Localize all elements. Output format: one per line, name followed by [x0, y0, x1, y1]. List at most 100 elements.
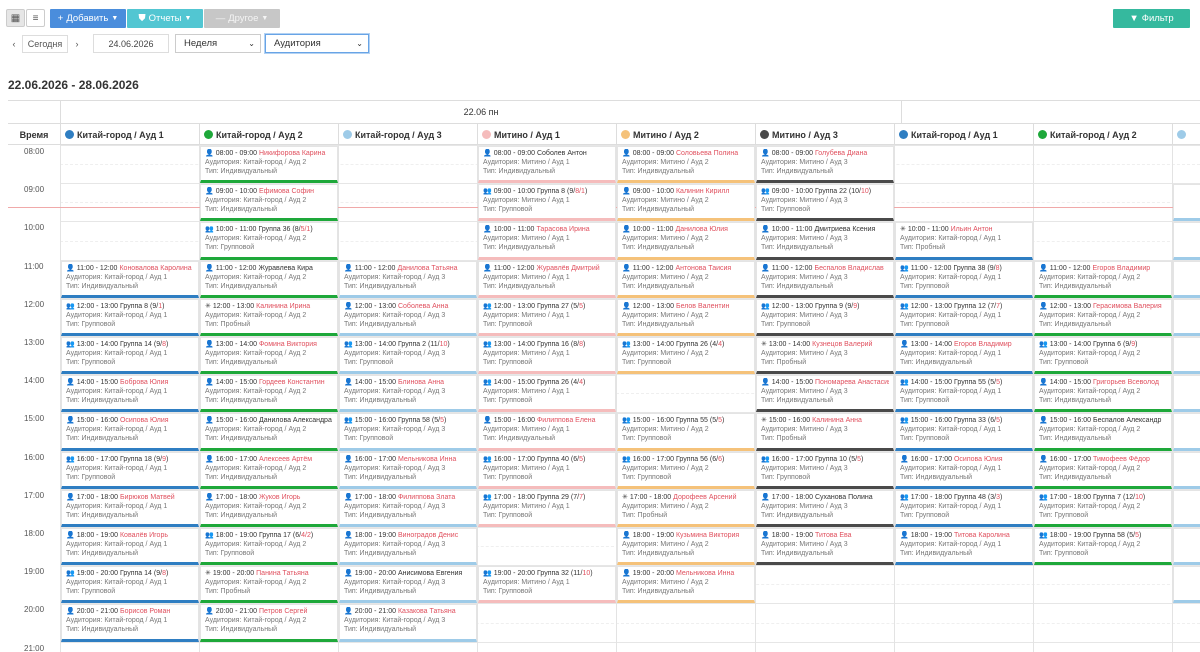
lesson-card[interactable]: ✳ 12:00 - 13:00 Калинина Ирина Аудитория: К… — [200, 298, 338, 336]
lesson-card[interactable]: 👥 13:00 - 14:00 Группа 6 (9/9) Аудитория: Ки… — [1034, 337, 1172, 375]
lesson-card[interactable]: 👤 16:00 - 17:00 Алексеев Артём Аудитория: К… — [200, 451, 338, 489]
lesson-card[interactable]: 👤 09:00 - 10:00 Ефимова Софин Аудитория: Ки… — [200, 184, 338, 222]
lesson-card[interactable]: 👤 14:00 - 15:00 Боброва Юлия Аудитория: Кит… — [61, 375, 199, 413]
lesson-card[interactable]: 👤 11:00 - 12:00 Антонова Таисия Аудитория: … — [617, 260, 755, 298]
lesson-card[interactable]: 👥 16:00 - 17:00 Группа 10 (5/5) Аудитория: М… — [756, 451, 894, 489]
lesson-card[interactable]: 👤 08:00 - 09:00 Соловьева Полина Аудитория:… — [617, 146, 755, 184]
lesson-card[interactable]: 👤 14:00 - 15:00 Гордеев Константин Аудитори… — [200, 375, 338, 413]
lesson-card[interactable]: 👤 17:00 - 18:00 Жуков Игорь Аудитория: Кита… — [200, 489, 338, 527]
next-week-button[interactable]: › — [68, 35, 86, 53]
today-button[interactable]: Сегодня — [22, 35, 68, 53]
lesson-card[interactable]: ✳ 13:00 - 14:00 Кузнецов Валерий Аудитория:… — [756, 337, 894, 375]
lesson-card[interactable]: 👤 14:00 - 15:00 Пономарева Анастасия Аудито… — [756, 375, 894, 413]
lesson-card[interactable]: 👥 12:00 - 13:00 Группа 9 (9/9) Аудитория: Ми… — [756, 298, 894, 336]
lesson-card[interactable]: 👤 18:00 - 19:00 Ковалёв Игорь Аудитория: Ки… — [61, 528, 199, 566]
lesson-card[interactable]: 👤 18:00 - 19:00 Титова Каролина Аудитория: … — [895, 528, 1033, 566]
lesson-card[interactable]: 👥 11:00 - 12:00 Группа 38 (9/8) Аудитория: К… — [895, 260, 1033, 298]
lesson-card[interactable]: 👤 10:00 - 11:00 Данилова Юлия Аудитория: Ми… — [617, 222, 755, 260]
lesson-card[interactable]: 👥 13:00 - 14:00 Группа 14 (9/8) Аудитория: К… — [61, 337, 199, 375]
lesson-card[interactable]: 👤 17:00 - 18:00 Суханова Полина Аудитория: … — [756, 489, 894, 527]
lesson-card[interactable]: 👤 15:00 - 16:00 Осипова Юлия Аудитория: Кит… — [61, 413, 199, 451]
lesson-card[interactable]: 👥 16:00 - 17:00 Группа 18 (9/9) Аудитория: К… — [61, 451, 199, 489]
view-mode-select[interactable]: Неделя ⌄ — [175, 34, 261, 53]
lesson-card[interactable]: 👥 18:00 - 19:00 Группа 17 (6/4/2) Аудитория:… — [200, 528, 338, 566]
column-header[interactable]: Митино / Ауд 2 — [616, 124, 755, 145]
column-header[interactable]: Китай-город / Ауд 1 — [60, 124, 199, 145]
lesson-card[interactable]: 👤 11:00 - 12:00 Егоров Владимир Аудитория: … — [1034, 260, 1172, 298]
lesson-card[interactable]: 👥 13:00 - 14:00 Группа 2 (11/10) Аудитория: … — [339, 337, 477, 375]
lesson-card[interactable]: 👤 16:00 - 17:00 Тимофеев Фёдор Аудитория: К… — [1034, 451, 1172, 489]
column-header[interactable]: Китай-город / Ауд 3 — [338, 124, 477, 145]
lesson-card[interactable]: 👤 14:00 - 15:00 Григорьев Всеволод Аудитори… — [1034, 375, 1172, 413]
lesson-card[interactable]: 👤 18:00 - 19:00 Титова Ева Аудитория: Митин… — [756, 528, 894, 566]
column-header[interactable]: Митино / Ауд 1 — [477, 124, 616, 145]
lesson-card[interactable]: 👤 17:00 - 18:00 Бирюков Матвей Аудитория: К… — [61, 489, 199, 527]
lesson-card[interactable]: 👥 12:00 - 13:00 Группа 12 (7/7) Аудитория: К… — [895, 298, 1033, 336]
lesson-card[interactable]: 👥 10:00 - 11:00 Группа 36 (8/5/1) Аудитория:… — [200, 222, 338, 260]
column-header[interactable]: Китай-город / Ауд 2 — [1033, 124, 1172, 145]
lesson-card[interactable]: 👥 16:00 - 17:00 Группа 40 (6/5) Аудитория: М… — [478, 451, 616, 489]
lesson-card[interactable]: 👤 08:00 - 09:00 Никифорова Карина Аудитория… — [200, 146, 338, 184]
lesson-card[interactable]: 👤 13:00 - 14:00 Фомина Виктория Аудитория: … — [200, 337, 338, 375]
reports-button[interactable]: ⛊ Отчеты ▼ — [127, 9, 203, 28]
lesson-card[interactable]: 👤 12:00 - 13:00 Герасимова Валерия Аудитори… — [1034, 298, 1172, 336]
lesson-card[interactable]: 👤 13:00 - 14:00 Егоров Владимир Аудитория: … — [895, 337, 1033, 375]
lesson-card[interactable]: ✳ 10:00 - 11:00 Ильин Антон Аудитория: Кита… — [895, 222, 1033, 260]
lesson-card[interactable]: 👤 11:00 - 12:00 Коновалова Каролина Аудитор… — [61, 260, 199, 298]
lesson-card[interactable]: 👤 16:00 - 17:00 Мельникова Инна Аудитория: … — [339, 451, 477, 489]
column-header[interactable]: Китай-город / Ауд 1 — [894, 124, 1033, 145]
lesson-card[interactable]: 👤 11:00 - 12:00 Данилова Татьяна Аудитория:… — [339, 260, 477, 298]
lesson-card[interactable]: 👤 15:00 - 16:00 Филиппова Елена Аудитория: … — [478, 413, 616, 451]
lesson-card[interactable]: ✳ 15:00 - 16:00 Калинина Анна Аудитория: Ми… — [756, 413, 894, 451]
prev-week-button[interactable]: ‹ — [6, 35, 22, 53]
lesson-card[interactable]: 👤 19:00 - 20:00 Анисимова Евгения Аудитория… — [339, 566, 477, 604]
lesson-card[interactable]: ✳ 19:00 - 20:00 Панина Татьяна Аудитория: К… — [200, 566, 338, 604]
lesson-card[interactable]: 👤 11:00 - 12:00 Журавлёв Дмитрий Аудитория:… — [478, 260, 616, 298]
lesson-card[interactable]: 👤 18:00 - 19:00 Виноградов Денис Аудитория:… — [339, 528, 477, 566]
filter-button[interactable]: ▼ Фильтр — [1113, 9, 1190, 28]
lesson-card[interactable]: 👤 14:00 - 15:00 Блинова Анна Аудитория: Кит… — [339, 375, 477, 413]
lesson-card[interactable]: 👤 10:00 - 11:00 Дмитриева Ксения Аудитория:… — [756, 222, 894, 260]
lesson-card[interactable]: 👤 10:00 - 11:00 Тарасова Ирина Аудитория: М… — [478, 222, 616, 260]
lesson-card[interactable]: 👥 17:00 - 18:00 Группа 29 (7/7) Аудитория: М… — [478, 489, 616, 527]
lesson-card[interactable]: 👤 11:00 - 12:00 Беспалов Владислав Аудитори… — [756, 260, 894, 298]
list-view-button[interactable]: ≡ — [26, 9, 45, 27]
lesson-card[interactable]: 👤 12:00 - 13:00 Соболева Анна Аудитория: Ки… — [339, 298, 477, 336]
lesson-card[interactable]: 👥 13:00 - 14:00 Группа 26 (4/4) Аудитория: М… — [617, 337, 755, 375]
lesson-card[interactable]: 👥 16:00 - 17:00 Группа 56 (6/6) Аудитория: М… — [617, 451, 755, 489]
lesson-card[interactable]: 👥 14:00 - 15:00 Группа 26 (4/4) Аудитория: М… — [478, 375, 616, 413]
lesson-card[interactable]: 👤 19:00 - 20:00 Мельникова Инна Аудитория: … — [617, 566, 755, 604]
lesson-card[interactable]: 👤 20:00 - 21:00 Борисов Роман Аудитория: Ки… — [61, 604, 199, 642]
lesson-card[interactable]: 👤 12:00 - 13:00 Белов Валентин Аудитория: М… — [617, 298, 755, 336]
lesson-card[interactable]: 👤 20:00 - 21:00 Петров Сергей Аудитория: Ки… — [200, 604, 338, 642]
lesson-card[interactable]: 👥 14:00 - 15:00 Группа 55 (5/5) Аудитория: К… — [895, 375, 1033, 413]
lesson-card[interactable]: 👤 17:00 - 18:00 Филиппова Злата Аудитория: … — [339, 489, 477, 527]
lesson-card[interactable]: ✳ 17:00 - 18:00 Дорофеев Арсений Аудитория:… — [617, 489, 755, 527]
lesson-card[interactable]: 👥 17:00 - 18:00 Группа 7 (12/10) Аудитория: … — [1034, 489, 1172, 527]
lesson-card[interactable]: 👤 20:00 - 21:00 Казакова Татьяна Аудитория:… — [339, 604, 477, 642]
lesson-card[interactable]: 👥 12:00 - 13:00 Группа 27 (5/5) Аудитория: М… — [478, 298, 616, 336]
lesson-card[interactable]: 👥 19:00 - 20:00 Группа 32 (11/10) Аудитория:… — [478, 566, 616, 604]
lesson-card[interactable]: 👥 18:00 - 19:00 Группа 58 (5/5) Аудитория: К… — [1034, 528, 1172, 566]
column-header[interactable]: Митино / Ауд 3 — [755, 124, 894, 145]
group-by-select[interactable]: Аудитория ⌄ — [265, 34, 369, 53]
lesson-card[interactable]: 👥 17:00 - 18:00 Группа 48 (3/3) Аудитория: К… — [895, 489, 1033, 527]
lesson-card[interactable]: 👥 15:00 - 16:00 Группа 58 (5/5) Аудитория: К… — [339, 413, 477, 451]
add-button[interactable]: + Добавить ▼ — [50, 9, 126, 28]
date-input[interactable]: 24.06.2026 — [93, 34, 169, 53]
lesson-card[interactable]: 👥 09:00 - 10:00 Группа 22 (10/10) Аудитория:… — [756, 184, 894, 222]
lesson-card[interactable]: 👥 15:00 - 16:00 Группа 33 (6/5) Аудитория: К… — [895, 413, 1033, 451]
lesson-card[interactable]: 👤 08:00 - 09:00 Соболев Антон Аудитория: Ми… — [478, 146, 616, 184]
lesson-card[interactable]: 👤 09:00 - 10:00 Калинин Кирилл Аудитория: М… — [617, 184, 755, 222]
time-grid[interactable]: 08:00 09:00 10:00 11:00 12:00 13:00 14:00 15:00… — [8, 145, 1200, 652]
lesson-card[interactable]: 👤 15:00 - 16:00 Беспалов Александр Аудитори… — [1034, 413, 1172, 451]
lesson-card[interactable]: 👥 13:00 - 14:00 Группа 16 (8/8) Аудитория: М… — [478, 337, 616, 375]
lesson-card[interactable]: 👤 18:00 - 19:00 Кузьмина Виктория Аудитория… — [617, 528, 755, 566]
lesson-card[interactable]: 👥 19:00 - 20:00 Группа 14 (9/8) Аудитория: К… — [61, 566, 199, 604]
lesson-card[interactable]: 👥 12:00 - 13:00 Группа 8 (9/1) Аудитория: Ки… — [61, 298, 199, 336]
lesson-card[interactable]: 👤 16:00 - 17:00 Осипова Юлия Аудитория: Кит… — [895, 451, 1033, 489]
other-button[interactable]: — Другое ▼ — [204, 9, 280, 28]
lesson-card[interactable]: 👥 15:00 - 16:00 Группа 55 (5/5) Аудитория: М… — [617, 413, 755, 451]
lesson-card[interactable]: 👤 11:00 - 12:00 Журавлева Кира Аудитория: К… — [200, 260, 338, 298]
calendar-view-button[interactable]: ▦ — [6, 9, 25, 27]
